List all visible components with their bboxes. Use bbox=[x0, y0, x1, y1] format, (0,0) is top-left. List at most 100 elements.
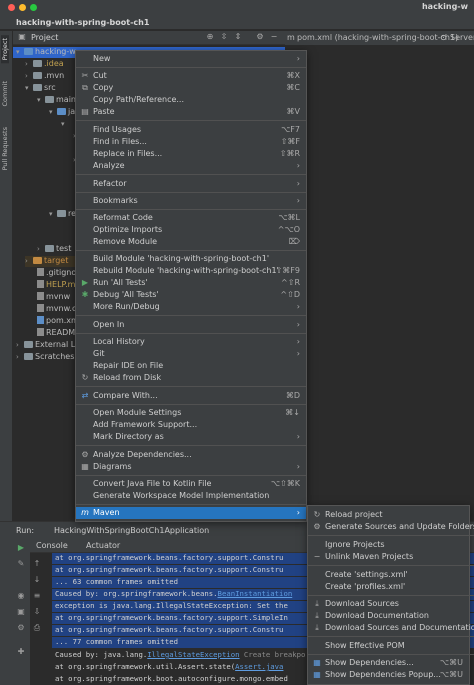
menu-item-analyze[interactable]: Analyze › bbox=[76, 160, 306, 172]
menu-item-diagrams[interactable]: ▦ Diagrams › bbox=[76, 461, 306, 473]
menu-item-local-history[interactable]: Local History › bbox=[76, 336, 306, 348]
tree-item-external-libraries[interactable]: › External Li bbox=[16, 340, 77, 351]
console-link[interactable]: Assert.java bbox=[235, 662, 283, 671]
tree-item-java[interactable]: ▾ ja bbox=[49, 107, 75, 118]
wrench-icon[interactable]: ✎ bbox=[16, 559, 26, 569]
submenu-item-show-effective-pom[interactable]: Show Effective POM bbox=[308, 640, 469, 652]
gear-icon[interactable]: ⚙ bbox=[255, 32, 265, 42]
close-window-button[interactable] bbox=[8, 4, 15, 11]
menu-item-mark-directory-as[interactable]: Mark Directory as › bbox=[76, 431, 306, 443]
menu-item-build-module[interactable]: Build Module 'hacking-with-spring-boot-c… bbox=[76, 253, 306, 265]
tree-item-resources[interactable]: ▾ re bbox=[49, 209, 76, 220]
submenu-item-show-dependencies[interactable]: ▦ Show Dependencies... ⌥⌘U bbox=[308, 657, 469, 669]
tree-item-gitignore[interactable]: .gitigno bbox=[37, 268, 76, 279]
menu-item-paste[interactable]: ▤ Paste ⌘V bbox=[76, 106, 306, 118]
reload-icon: ↻ bbox=[313, 510, 321, 519]
menu-item-remove-module[interactable]: Remove Module ⌦ bbox=[76, 236, 306, 248]
tab-server[interactable]: Server bbox=[450, 33, 474, 42]
tree-item-src[interactable]: ▾ src bbox=[25, 83, 56, 94]
menu-item-repair-ide[interactable]: Repair IDE on File bbox=[76, 360, 306, 372]
menu-item-more-run-debug[interactable]: More Run/Debug › bbox=[76, 301, 306, 313]
rerun-icon[interactable]: ▶ bbox=[16, 543, 26, 553]
menu-item-find-in-files[interactable]: Find in Files... ⇧⌘F bbox=[76, 136, 306, 148]
tree-item-mvnw[interactable]: mvnw bbox=[37, 292, 70, 303]
menu-item-add-framework-support[interactable]: Add Framework Support... bbox=[76, 419, 306, 431]
submenu-item-create-profiles-xml[interactable]: Create 'profiles.xml' bbox=[308, 581, 469, 593]
menu-item-analyze-dependencies[interactable]: ⚙ Analyze Dependencies... bbox=[76, 449, 306, 461]
scroll-end-icon[interactable]: ⇩ bbox=[32, 607, 42, 617]
tree-item-mvnw-cmd[interactable]: mvnw.c bbox=[37, 304, 76, 315]
tree-item-help-md[interactable]: HELP.m bbox=[37, 280, 75, 291]
tree-item-test[interactable]: › test bbox=[37, 244, 71, 255]
tool-tab-commit[interactable]: Commit bbox=[1, 81, 9, 107]
maven-icon: m bbox=[81, 508, 89, 517]
minimize-window-button[interactable] bbox=[19, 4, 26, 11]
console-link[interactable]: BeanInstantiation bbox=[218, 589, 293, 598]
scroll-down-icon[interactable]: ↓ bbox=[32, 575, 42, 585]
submenu-item-show-dependencies-popup[interactable]: ▦ Show Dependencies Popup... ⌥⌘U bbox=[308, 669, 469, 681]
menu-item-open-in[interactable]: Open In › bbox=[76, 319, 306, 331]
tree-item-readme[interactable]: READM bbox=[37, 328, 75, 339]
menu-item-rebuild-module[interactable]: Rebuild Module 'hacking-with-spring-boot… bbox=[76, 265, 306, 277]
menu-item-git[interactable]: Git › bbox=[76, 348, 306, 360]
run-config-tab[interactable]: HackingWithSpringBootCh1Application bbox=[54, 526, 209, 535]
menu-item-compare-with[interactable]: ⇄ Compare With... ⌘D bbox=[76, 390, 306, 402]
tab-pom-xml[interactable]: pom.xml (hacking-with-spring-boot-ch1) bbox=[297, 33, 458, 42]
window-title: hacking-w bbox=[421, 2, 468, 11]
submenu-item-download-sources[interactable]: ⤓ Download Sources bbox=[308, 598, 469, 610]
hide-panel-icon[interactable]: − bbox=[269, 32, 279, 42]
console-link[interactable]: IllegalStateException bbox=[147, 650, 239, 659]
pin-icon[interactable]: ✚ bbox=[16, 647, 26, 657]
zoom-window-button[interactable] bbox=[30, 4, 37, 11]
project-view-selector[interactable]: Project bbox=[31, 33, 58, 42]
submenu-item-download-sources-and-docs[interactable]: ⤓ Download Sources and Documentation bbox=[308, 622, 474, 634]
tool-tab-pull-requests[interactable]: Pull Requests bbox=[1, 127, 9, 170]
menu-item-optimize-imports[interactable]: Optimize Imports ^⌥O bbox=[76, 224, 306, 236]
editor-tabs: m pom.xml (hacking-with-spring-boot-ch1)… bbox=[285, 31, 474, 45]
settings-icon[interactable]: ⚙ bbox=[16, 623, 26, 633]
soft-wrap-icon[interactable]: ≡ bbox=[32, 591, 42, 601]
editor-area bbox=[285, 45, 474, 521]
submenu-item-unlink-maven-projects[interactable]: − Unlink Maven Projects bbox=[308, 551, 469, 563]
submenu-item-reload-project[interactable]: ↻ Reload project bbox=[308, 509, 469, 521]
menu-item-generate-workspace-model[interactable]: Generate Workspace Model Implementation bbox=[76, 490, 306, 502]
menu-item-refactor[interactable]: Refactor › bbox=[76, 178, 306, 190]
tree-item-pom-xml[interactable]: pom.xm bbox=[37, 316, 79, 327]
tree-item-package[interactable]: ▾ bbox=[61, 119, 69, 130]
menu-item-new[interactable]: New › bbox=[76, 53, 306, 65]
menu-item-run-all-tests[interactable]: ▶ Run 'All Tests' ^⇧R bbox=[76, 277, 306, 289]
menu-item-cut[interactable]: ✂ Cut ⌘X bbox=[76, 70, 306, 82]
expand-all-icon[interactable]: ⇕ bbox=[233, 32, 243, 42]
menu-item-copy-path[interactable]: Copy Path/Reference... bbox=[76, 94, 306, 106]
menu-item-find-usages[interactable]: Find Usages ⌥F7 bbox=[76, 124, 306, 136]
print-icon[interactable]: ⎙ bbox=[32, 623, 42, 633]
run-toolbar: ▶ ↑ ✎ ↓ ◉ ≡ ▣ ⇩ ⚙ ⎙ ✚ bbox=[0, 537, 40, 685]
collapse-all-icon[interactable]: ⇳ bbox=[219, 32, 229, 42]
tree-item-scratches[interactable]: › Scratches bbox=[16, 352, 74, 363]
scroll-up-icon[interactable]: ↑ bbox=[32, 559, 42, 569]
locate-icon[interactable]: ⊕ bbox=[205, 32, 215, 42]
menu-item-open-module-settings[interactable]: Open Module Settings ⌘↓ bbox=[76, 407, 306, 419]
submenu-item-create-settings-xml[interactable]: Create 'settings.xml' bbox=[308, 569, 469, 581]
menu-item-convert-to-kotlin[interactable]: Convert Java File to Kotlin File ⌥⇧⌘K bbox=[76, 478, 306, 490]
submenu-item-generate-sources[interactable]: ⚙ Generate Sources and Update Folders bbox=[308, 521, 474, 533]
dependencies-diagram-icon: ▦ bbox=[313, 658, 321, 667]
submenu-item-ignore-projects[interactable]: Ignore Projects bbox=[308, 539, 469, 551]
menu-item-reload-from-disk[interactable]: ↻ Reload from Disk bbox=[76, 372, 306, 384]
tab-actuator[interactable]: Actuator bbox=[86, 541, 120, 550]
menu-item-maven[interactable]: m Maven › bbox=[76, 507, 306, 519]
camera-icon[interactable]: ◉ bbox=[16, 591, 26, 601]
menu-item-copy[interactable]: ⧉ Copy ⌘C bbox=[76, 82, 306, 94]
dependencies-diagram-icon: ▦ bbox=[313, 670, 321, 679]
tree-item-main[interactable]: ▾ main bbox=[37, 95, 76, 106]
menu-item-debug-all-tests[interactable]: ✱ Debug 'All Tests' ^⇧D bbox=[76, 289, 306, 301]
tab-console[interactable]: Console bbox=[36, 541, 68, 550]
tool-tab-project[interactable]: Project bbox=[1, 35, 9, 64]
menu-item-reformat-code[interactable]: Reformat Code ⌥⌘L bbox=[76, 212, 306, 224]
menu-item-bookmarks[interactable]: Bookmarks › bbox=[76, 195, 306, 207]
submenu-item-download-documentation[interactable]: ⤓ Download Documentation bbox=[308, 610, 469, 622]
menu-item-replace-in-files[interactable]: Replace in Files... ⇧⌘R bbox=[76, 148, 306, 160]
tree-item-idea[interactable]: › .idea bbox=[25, 59, 64, 70]
layout-icon[interactable]: ▣ bbox=[16, 607, 26, 617]
tree-item-mvn[interactable]: › .mvn bbox=[25, 71, 64, 82]
